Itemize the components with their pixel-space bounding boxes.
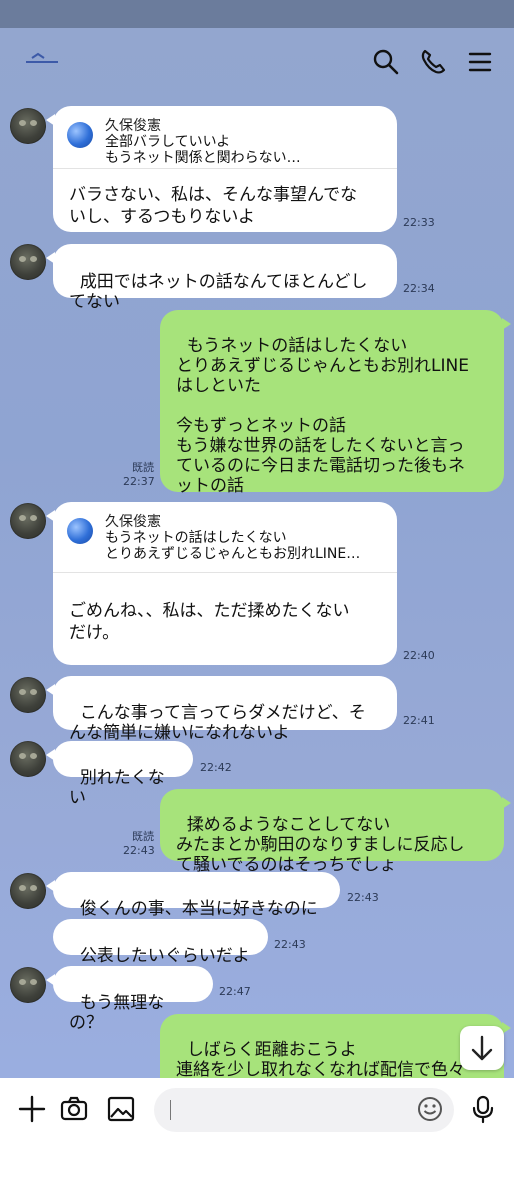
quoted-avatar xyxy=(67,518,93,544)
emoji-icon[interactable] xyxy=(416,1095,444,1123)
arrow-down-icon xyxy=(471,1035,493,1061)
message-bubble-3[interactable]: もうネットの話はしたくない とりあえずじるじゃんともお別れLINE はしといた … xyxy=(160,310,511,496)
search-icon[interactable] xyxy=(371,47,401,77)
message-time: 22:47 xyxy=(219,985,251,998)
sender-avatar[interactable] xyxy=(10,677,46,713)
mic-icon[interactable] xyxy=(468,1094,498,1124)
message-bubble-6[interactable]: 別れたくない xyxy=(46,741,193,808)
read-receipt: 既読 xyxy=(132,830,154,843)
message-text: ごめんね、、私は、ただ揉めたくない だけ。 xyxy=(69,601,350,643)
message-bubble-5[interactable]: こんな事って言ってらダメだけど、そ んな簡単に嫌いになれないよ xyxy=(46,676,397,743)
message-time: 22:43 xyxy=(347,891,379,904)
message-text: もうネットの話はしたくない とりあえずじるじゃんともお別れLINE はしといた … xyxy=(176,336,469,496)
message-bubble-9[interactable]: 公表したいぐらいだよ xyxy=(53,919,268,966)
message-bubble-7[interactable]: 揉めるようなことしてない みたまとか駒田のなりすましに反応し て騒いでるのはそっ… xyxy=(160,789,511,875)
message-time: 22:41 xyxy=(403,714,435,727)
message-bubble-10[interactable]: もう無理なの？ xyxy=(46,966,213,1033)
sender-avatar[interactable] xyxy=(10,967,46,1003)
text-cursor xyxy=(170,1100,171,1120)
sender-avatar[interactable] xyxy=(10,873,46,909)
message-time: 22:42 xyxy=(200,761,232,774)
message-text: 俊くんの事、本当に好きなのに xyxy=(79,899,318,919)
message-time: 22:34 xyxy=(403,282,435,295)
message-bubble-4[interactable]: 久保俊憲 もうネットの話はしたくない とりあえずじるじゃんともお別れLINE… … xyxy=(46,502,397,665)
sender-avatar[interactable] xyxy=(10,503,46,539)
quoted-avatar xyxy=(67,122,93,148)
message-text: 公表したいぐらいだよ xyxy=(79,946,250,966)
quoted-message[interactable]: 久保俊憲 全部バラしていいよ もうネット関係と関わらない… xyxy=(53,106,397,169)
message-bubble-1[interactable]: 久保俊憲 全部バラしていいよ もうネット関係と関わらない… バラさない、私は、そ… xyxy=(46,106,397,232)
menu-icon[interactable] xyxy=(465,47,495,77)
message-time: 22:37 xyxy=(123,475,155,488)
message-bubble-8[interactable]: 俊くんの事、本当に好きなのに xyxy=(46,872,340,919)
message-bubble-2[interactable]: 成田ではネットの話なんてほとんどし てない xyxy=(46,244,397,312)
message-time: 22:43 xyxy=(274,938,306,951)
read-receipt: 既読 xyxy=(132,461,154,474)
message-time: 22:40 xyxy=(403,649,435,662)
message-input[interactable] xyxy=(154,1088,454,1132)
image-icon[interactable] xyxy=(106,1094,136,1124)
scroll-to-bottom-button[interactable] xyxy=(460,1026,504,1070)
sender-avatar[interactable] xyxy=(10,244,46,280)
camera-icon[interactable] xyxy=(59,1094,89,1124)
message-time: 22:33 xyxy=(403,216,435,229)
phone-icon[interactable] xyxy=(418,47,448,77)
message-time: 22:43 xyxy=(123,844,155,857)
quoted-text: もうネットの話はしたくない とりあえずじるじゃんともお別れLINE… xyxy=(105,530,361,562)
sender-avatar[interactable] xyxy=(10,741,46,777)
message-text: バラさない、私は、そんな事望んでな いし、するつもりないよ xyxy=(69,185,358,227)
sender-avatar[interactable] xyxy=(10,108,46,144)
back-icon[interactable] xyxy=(22,50,62,70)
quoted-message[interactable]: 久保俊憲 もうネットの話はしたくない とりあえずじるじゃんともお別れLINE… xyxy=(53,502,397,573)
quoted-sender-name: 久保俊憲 xyxy=(105,514,161,530)
quoted-text: 全部バラしていいよ もうネット関係と関わらない… xyxy=(105,134,301,166)
status-bar xyxy=(0,0,514,28)
quoted-sender-name: 久保俊憲 xyxy=(105,118,161,134)
plus-icon[interactable] xyxy=(17,1094,47,1124)
